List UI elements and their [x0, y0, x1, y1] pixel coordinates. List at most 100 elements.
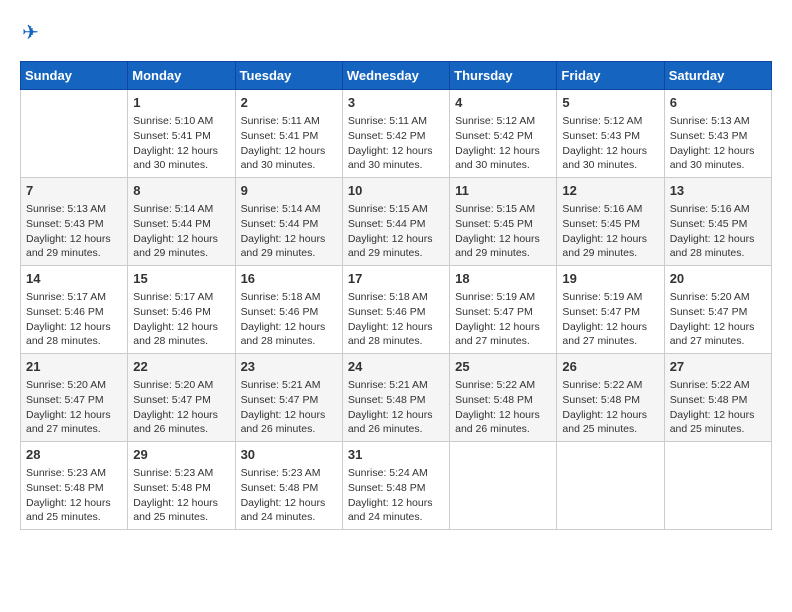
day-info: and 28 minutes.: [26, 334, 122, 349]
calendar-cell: 8Sunrise: 5:14 AMSunset: 5:44 PMDaylight…: [128, 178, 235, 266]
day-info: and 29 minutes.: [133, 246, 229, 261]
day-info: and 26 minutes.: [241, 422, 337, 437]
day-info: Daylight: 12 hours: [455, 320, 551, 335]
day-info: and 28 minutes.: [670, 246, 766, 261]
day-info: and 28 minutes.: [133, 334, 229, 349]
day-info: and 29 minutes.: [348, 246, 444, 261]
day-info: and 25 minutes.: [670, 422, 766, 437]
day-info: Sunrise: 5:13 AM: [670, 114, 766, 129]
day-info: Sunrise: 5:19 AM: [455, 290, 551, 305]
day-number: 20: [670, 270, 766, 288]
day-info: Daylight: 12 hours: [670, 320, 766, 335]
day-info: Daylight: 12 hours: [26, 320, 122, 335]
day-info: Daylight: 12 hours: [26, 496, 122, 511]
day-info: Sunrise: 5:15 AM: [348, 202, 444, 217]
day-info: Sunset: 5:48 PM: [562, 393, 658, 408]
day-info: and 30 minutes.: [562, 158, 658, 173]
day-info: Sunset: 5:48 PM: [133, 481, 229, 496]
day-info: Sunset: 5:48 PM: [670, 393, 766, 408]
calendar-cell: [450, 442, 557, 530]
week-row-4: 21Sunrise: 5:20 AMSunset: 5:47 PMDayligh…: [21, 354, 772, 442]
header-thursday: Thursday: [450, 62, 557, 90]
day-info: Sunrise: 5:17 AM: [133, 290, 229, 305]
day-info: Sunset: 5:45 PM: [455, 217, 551, 232]
calendar-cell: 2Sunrise: 5:11 AMSunset: 5:41 PMDaylight…: [235, 90, 342, 178]
day-number: 18: [455, 270, 551, 288]
day-info: Sunset: 5:46 PM: [26, 305, 122, 320]
page-header: ✈: [20, 20, 772, 45]
calendar-cell: 9Sunrise: 5:14 AMSunset: 5:44 PMDaylight…: [235, 178, 342, 266]
day-number: 8: [133, 182, 229, 200]
day-info: Sunrise: 5:13 AM: [26, 202, 122, 217]
day-number: 11: [455, 182, 551, 200]
day-info: Sunset: 5:46 PM: [241, 305, 337, 320]
day-info: Sunrise: 5:22 AM: [670, 378, 766, 393]
day-info: and 29 minutes.: [455, 246, 551, 261]
calendar-cell: 21Sunrise: 5:20 AMSunset: 5:47 PMDayligh…: [21, 354, 128, 442]
day-info: Sunrise: 5:18 AM: [241, 290, 337, 305]
day-info: Sunrise: 5:16 AM: [670, 202, 766, 217]
day-info: Sunrise: 5:14 AM: [241, 202, 337, 217]
day-number: 25: [455, 358, 551, 376]
day-info: Sunrise: 5:22 AM: [455, 378, 551, 393]
day-info: Sunset: 5:45 PM: [670, 217, 766, 232]
logo: ✈: [20, 20, 39, 45]
week-row-1: 1Sunrise: 5:10 AMSunset: 5:41 PMDaylight…: [21, 90, 772, 178]
calendar-cell: 30Sunrise: 5:23 AMSunset: 5:48 PMDayligh…: [235, 442, 342, 530]
day-info: Sunrise: 5:16 AM: [562, 202, 658, 217]
day-number: 1: [133, 94, 229, 112]
day-number: 30: [241, 446, 337, 464]
day-number: 23: [241, 358, 337, 376]
calendar-cell: 17Sunrise: 5:18 AMSunset: 5:46 PMDayligh…: [342, 266, 449, 354]
day-info: and 29 minutes.: [26, 246, 122, 261]
day-number: 21: [26, 358, 122, 376]
calendar-cell: [557, 442, 664, 530]
day-number: 22: [133, 358, 229, 376]
header-friday: Friday: [557, 62, 664, 90]
calendar-table: SundayMondayTuesdayWednesdayThursdayFrid…: [20, 61, 772, 530]
day-info: Daylight: 12 hours: [670, 232, 766, 247]
day-info: Sunset: 5:46 PM: [348, 305, 444, 320]
day-info: and 26 minutes.: [455, 422, 551, 437]
day-info: and 25 minutes.: [562, 422, 658, 437]
header-saturday: Saturday: [664, 62, 771, 90]
day-info: and 28 minutes.: [241, 334, 337, 349]
day-number: 10: [348, 182, 444, 200]
calendar-cell: 3Sunrise: 5:11 AMSunset: 5:42 PMDaylight…: [342, 90, 449, 178]
day-number: 9: [241, 182, 337, 200]
day-number: 31: [348, 446, 444, 464]
calendar-cell: 14Sunrise: 5:17 AMSunset: 5:46 PMDayligh…: [21, 266, 128, 354]
day-info: Sunset: 5:43 PM: [26, 217, 122, 232]
day-info: Sunrise: 5:19 AM: [562, 290, 658, 305]
day-info: Daylight: 12 hours: [26, 232, 122, 247]
day-info: Sunset: 5:48 PM: [241, 481, 337, 496]
calendar-cell: 28Sunrise: 5:23 AMSunset: 5:48 PMDayligh…: [21, 442, 128, 530]
day-info: Sunrise: 5:15 AM: [455, 202, 551, 217]
day-info: Daylight: 12 hours: [241, 496, 337, 511]
header-tuesday: Tuesday: [235, 62, 342, 90]
day-info: Sunset: 5:44 PM: [348, 217, 444, 232]
day-number: 2: [241, 94, 337, 112]
day-info: and 27 minutes.: [26, 422, 122, 437]
calendar-cell: [664, 442, 771, 530]
week-row-5: 28Sunrise: 5:23 AMSunset: 5:48 PMDayligh…: [21, 442, 772, 530]
calendar-cell: [21, 90, 128, 178]
day-info: Sunrise: 5:21 AM: [348, 378, 444, 393]
day-info: Daylight: 12 hours: [133, 144, 229, 159]
day-info: Daylight: 12 hours: [455, 144, 551, 159]
calendar-cell: 13Sunrise: 5:16 AMSunset: 5:45 PMDayligh…: [664, 178, 771, 266]
day-info: and 27 minutes.: [670, 334, 766, 349]
day-info: and 26 minutes.: [133, 422, 229, 437]
day-info: Sunset: 5:48 PM: [348, 481, 444, 496]
header-wednesday: Wednesday: [342, 62, 449, 90]
day-info: Sunrise: 5:20 AM: [133, 378, 229, 393]
day-number: 14: [26, 270, 122, 288]
day-info: Daylight: 12 hours: [133, 232, 229, 247]
day-info: Sunrise: 5:12 AM: [455, 114, 551, 129]
day-number: 5: [562, 94, 658, 112]
days-header-row: SundayMondayTuesdayWednesdayThursdayFrid…: [21, 62, 772, 90]
calendar-cell: 24Sunrise: 5:21 AMSunset: 5:48 PMDayligh…: [342, 354, 449, 442]
day-info: Sunset: 5:47 PM: [562, 305, 658, 320]
day-info: and 30 minutes.: [133, 158, 229, 173]
day-info: Daylight: 12 hours: [241, 320, 337, 335]
